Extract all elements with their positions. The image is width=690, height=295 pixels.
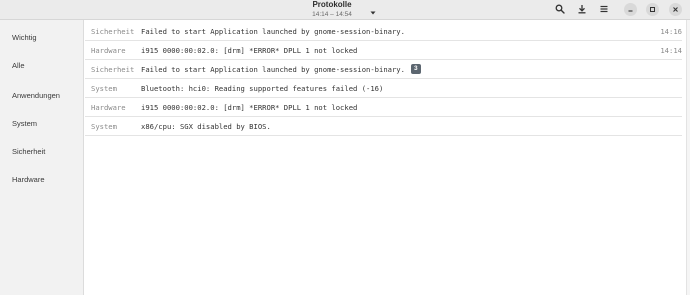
sidebar-item-alle[interactable]: Alle bbox=[0, 56, 84, 76]
log-row[interactable]: Sicherheit Failed to start Application l… bbox=[85, 22, 682, 41]
log-message: i915 0000:00:02.0: [drm] *ERROR* DPLL 1 … bbox=[141, 46, 358, 55]
log-message: Bluetooth: hci0: Reading supported featu… bbox=[141, 84, 384, 93]
log-category: Hardware bbox=[91, 103, 126, 112]
log-category: Sicherheit bbox=[91, 27, 135, 36]
log-list: Sicherheit Failed to start Application l… bbox=[85, 20, 690, 295]
maximize-icon[interactable] bbox=[646, 3, 659, 16]
download-icon[interactable] bbox=[575, 2, 589, 16]
sidebar-item-system[interactable]: System bbox=[0, 114, 84, 134]
search-icon[interactable] bbox=[553, 2, 567, 16]
title-block: Protokolle 14:14 – 14:54 bbox=[296, 0, 368, 19]
log-message: Failed to start Application launched by … bbox=[141, 27, 405, 36]
log-row[interactable]: System x86/cpu: SGX disabled by BIOS. bbox=[85, 117, 682, 136]
sidebar: Wichtig Alle Anwendungen System Sicherhe… bbox=[0, 20, 84, 295]
header-bar: Protokolle 14:14 – 14:54 bbox=[0, 0, 690, 20]
log-row[interactable]: Hardware i915 0000:00:02.0: [drm] *ERROR… bbox=[85, 98, 682, 117]
sidebar-item-anwendungen[interactable]: Anwendungen bbox=[0, 86, 84, 106]
log-timestamp: 14:14 bbox=[660, 46, 682, 55]
chevron-down-icon[interactable] bbox=[369, 4, 377, 15]
hamburger-menu-icon[interactable] bbox=[597, 2, 611, 16]
log-timestamp: 14:16 bbox=[660, 27, 682, 36]
log-message: x86/cpu: SGX disabled by BIOS. bbox=[141, 122, 271, 131]
log-message: Failed to start Application launched by … bbox=[141, 60, 421, 79]
log-row[interactable]: Sicherheit Failed to start Application l… bbox=[85, 60, 682, 79]
log-message-text: Failed to start Application launched by … bbox=[141, 65, 405, 74]
log-row[interactable]: System Bluetooth: hci0: Reading supporte… bbox=[85, 79, 682, 98]
sidebar-item-wichtig[interactable]: Wichtig bbox=[0, 28, 84, 48]
log-category: Hardware bbox=[91, 46, 126, 55]
logs-window: Protokolle 14:14 – 14:54 Wichtig Alle An… bbox=[0, 0, 690, 295]
count-badge: 3 bbox=[410, 64, 421, 74]
app-title: Protokolle bbox=[312, 0, 352, 9]
sidebar-item-hardware[interactable]: Hardware bbox=[0, 170, 84, 190]
sidebar-item-sicherheit[interactable]: Sicherheit bbox=[0, 142, 84, 162]
close-icon[interactable] bbox=[669, 3, 682, 16]
log-message: i915 0000:00:02.0: [drm] *ERROR* DPLL 1 … bbox=[141, 103, 358, 112]
minimize-icon[interactable] bbox=[624, 3, 637, 16]
scrollbar[interactable] bbox=[686, 20, 690, 295]
time-range-label: 14:14 – 14:54 bbox=[312, 11, 352, 18]
log-row[interactable]: Hardware i915 0000:00:02.0: [drm] *ERROR… bbox=[85, 41, 682, 60]
log-category: System bbox=[91, 122, 117, 131]
log-category: Sicherheit bbox=[91, 65, 135, 74]
log-category: System bbox=[91, 84, 117, 93]
